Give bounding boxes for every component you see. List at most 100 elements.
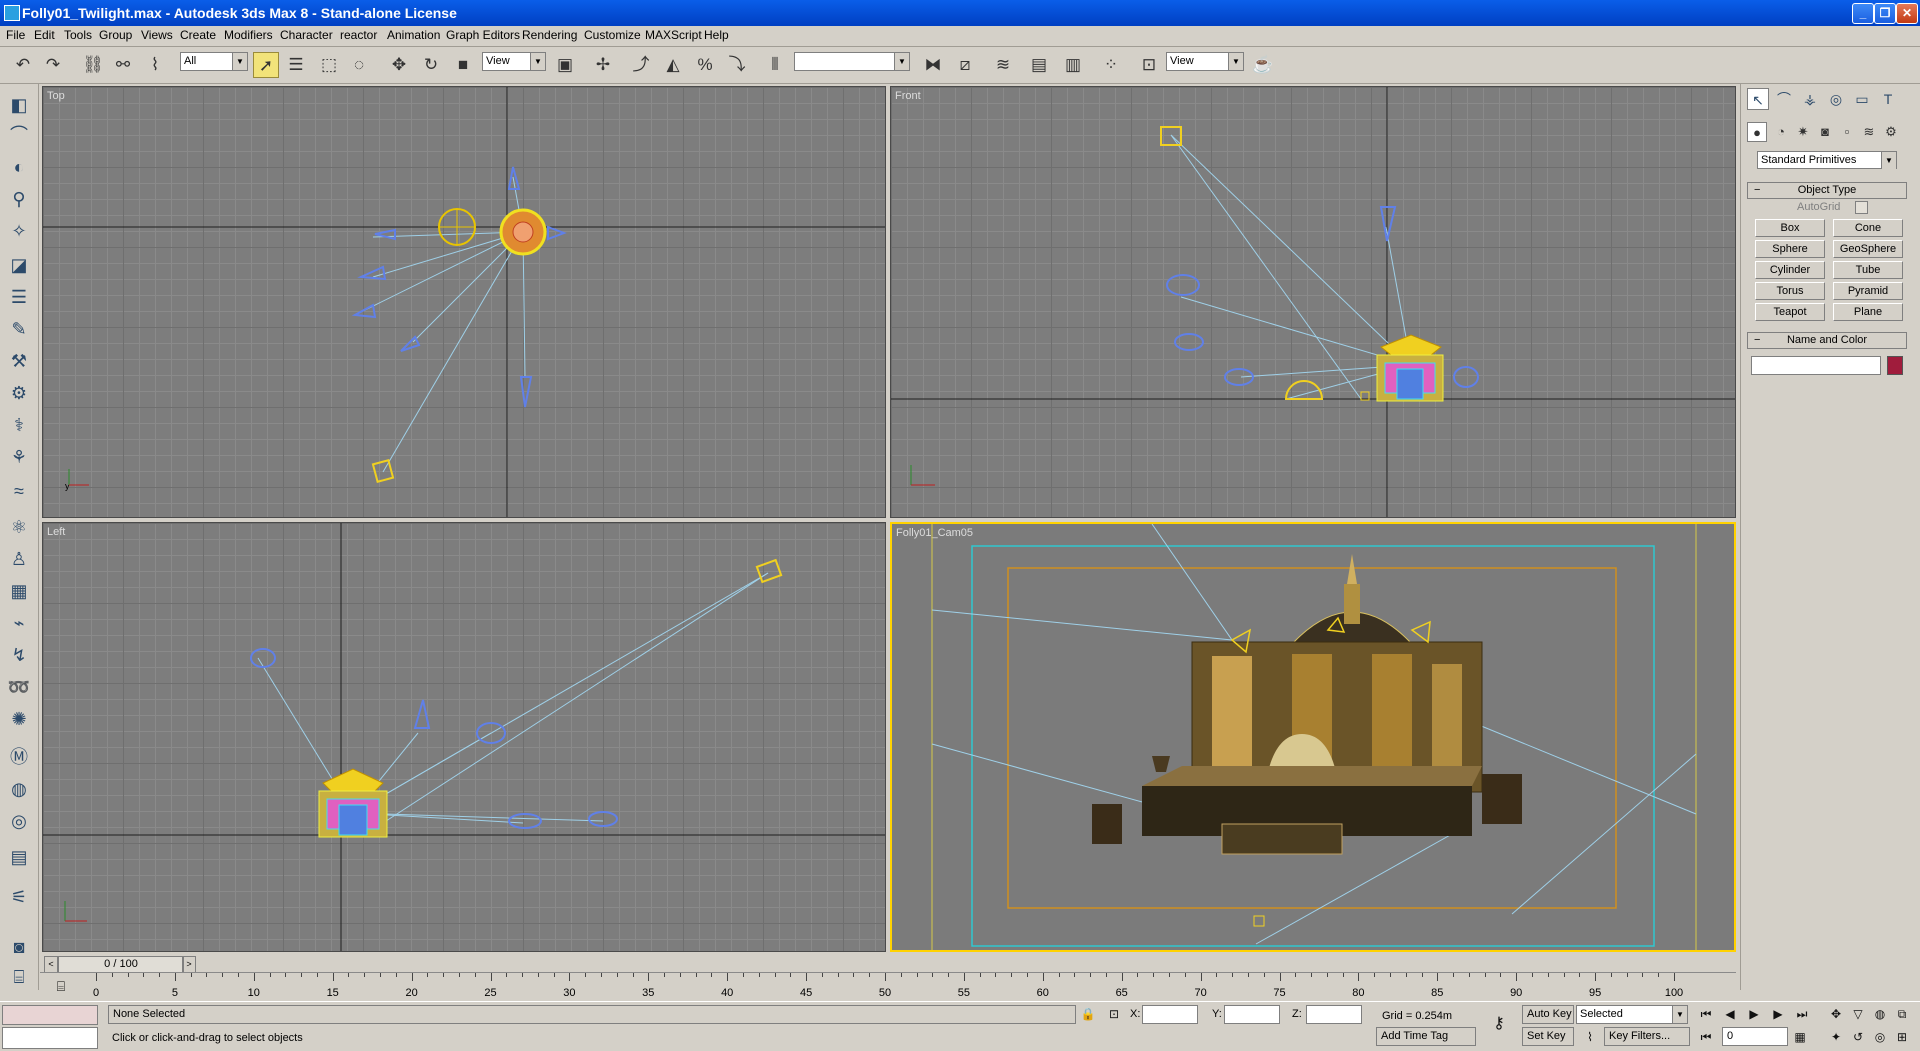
cloth-icon[interactable]: ▦ xyxy=(6,578,32,604)
helper-icon[interactable]: ✧ xyxy=(6,218,32,244)
time-configuration-icon[interactable]: ▦ xyxy=(1790,1027,1810,1047)
pivot-center-icon[interactable]: ▣ xyxy=(552,52,578,78)
fracture-icon[interactable]: ✺ xyxy=(6,706,32,732)
vehicle-icon[interactable]: ◎ xyxy=(6,808,32,834)
torus-button[interactable]: Torus xyxy=(1755,282,1825,300)
stack-icon[interactable]: ☰ xyxy=(6,284,32,310)
cameras-icon[interactable]: ◙ xyxy=(1815,122,1835,142)
render-view-dropdown[interactable]: View ▼ xyxy=(1166,52,1244,71)
create-tab-icon[interactable]: ↖ xyxy=(1747,88,1769,110)
motor-icon[interactable]: Ⓜ xyxy=(6,744,32,770)
curve-editor-icon[interactable]: ▤ xyxy=(1026,52,1052,78)
rope-icon[interactable]: ↯ xyxy=(6,642,32,668)
object-name-input[interactable] xyxy=(1751,356,1881,375)
time-slider-thumb[interactable]: 0 / 100 xyxy=(58,956,184,973)
spinner-snap-icon[interactable]: ⤵ xyxy=(724,52,750,78)
menu-character[interactable]: Character xyxy=(280,28,333,42)
create-objects-icon[interactable]: ◧ xyxy=(6,92,32,118)
select-link-icon[interactable]: ⛓ xyxy=(80,52,106,78)
light-icon[interactable]: ⚲ xyxy=(6,186,32,212)
rotate-icon[interactable]: ↻ xyxy=(418,52,444,78)
next-frame-icon[interactable]: ▶ xyxy=(1768,1004,1788,1024)
viewport-top[interactable]: Top y xyxy=(42,86,886,518)
hinge-icon[interactable]: ◍ xyxy=(6,776,32,802)
object-type-rollout[interactable]: − Object Type xyxy=(1747,182,1907,199)
current-frame-input[interactable]: 0 xyxy=(1722,1027,1788,1046)
system-icon[interactable]: ⚘ xyxy=(6,444,32,470)
unlink-icon[interactable]: ⚯ xyxy=(110,52,136,78)
analyze-icon[interactable]: ⚟ xyxy=(6,884,32,910)
reference-coordinate-dropdown[interactable]: View ▼ xyxy=(482,52,546,71)
export-icon[interactable]: ⌸ xyxy=(6,964,32,990)
shapes-icon[interactable]: ◔ xyxy=(1771,122,1791,142)
x-coordinate-input[interactable] xyxy=(1142,1005,1198,1024)
spring-icon[interactable]: ⌁ xyxy=(6,610,32,636)
biped-icon[interactable]: ♙ xyxy=(6,546,32,572)
track-bar[interactable]: ⌸ 0 5 10 15 20 25 30 35 40 45 50 55 60 65 70 75 80 85 90 95… xyxy=(40,972,1736,1001)
display-tab-icon[interactable]: ▭ xyxy=(1851,88,1873,110)
lights-icon[interactable]: ✷ xyxy=(1793,122,1813,142)
particles-icon[interactable]: ≈ xyxy=(6,478,32,504)
menu-help[interactable]: Help xyxy=(704,28,729,42)
lock-selection-icon[interactable]: 🔒 xyxy=(1078,1004,1098,1024)
auto-key-button[interactable]: Auto Key xyxy=(1522,1005,1574,1024)
set-key-button[interactable]: Set Key xyxy=(1522,1027,1574,1046)
add-time-tag-button[interactable]: Add Time Tag xyxy=(1376,1027,1476,1046)
redo-icon[interactable]: ↷ xyxy=(40,52,66,78)
named-selection-dropdown[interactable]: ▼ xyxy=(794,52,910,71)
roll-icon[interactable]: ↺ xyxy=(1848,1027,1868,1047)
motion-tab-icon[interactable]: ◎ xyxy=(1825,88,1847,110)
rectangular-selection-icon[interactable]: ⬚ xyxy=(316,52,342,78)
render-scene-icon[interactable]: ⊡ xyxy=(1136,52,1162,78)
schematic-view-icon[interactable]: ▥ xyxy=(1060,52,1086,78)
space-warps-icon[interactable]: ≋ xyxy=(1859,122,1879,142)
undo-icon[interactable]: ↶ xyxy=(10,52,36,78)
hierarchy-tab-icon[interactable]: ⚶ xyxy=(1799,88,1821,110)
scale-icon[interactable]: ■ xyxy=(450,52,476,78)
viewport-camera[interactable]: Folly01_Cam05 xyxy=(890,522,1736,952)
menu-group[interactable]: Group xyxy=(99,28,132,42)
menu-modifiers[interactable]: Modifiers xyxy=(224,28,273,42)
select-by-name-icon[interactable]: ☰ xyxy=(283,52,309,78)
close-button[interactable]: ✕ xyxy=(1896,3,1918,24)
select-object-icon[interactable]: ➚ xyxy=(253,52,279,78)
key-mode-toggle-icon[interactable]: ⏮ xyxy=(1696,1027,1716,1047)
menu-rendering[interactable]: Rendering xyxy=(522,28,577,42)
box-button[interactable]: Box xyxy=(1755,219,1825,237)
maxscript-listener-mini[interactable] xyxy=(2,1005,98,1025)
time-prev-icon[interactable]: < xyxy=(44,956,58,973)
modify-tab-icon[interactable]: ⌒ xyxy=(1773,88,1795,110)
key-filters-button[interactable]: Key Filters... xyxy=(1604,1027,1690,1046)
menu-file[interactable]: File xyxy=(6,28,25,42)
menu-reactor[interactable]: reactor xyxy=(340,28,377,42)
cone-button[interactable]: Cone xyxy=(1833,219,1903,237)
camera-icon[interactable]: ◙ xyxy=(6,934,32,960)
menu-customize[interactable]: Customize xyxy=(584,28,641,42)
preview-icon[interactable]: ▤ xyxy=(6,844,32,870)
pan-icon[interactable]: ✥ xyxy=(1826,1004,1846,1024)
wind-icon[interactable]: ➿ xyxy=(6,674,32,700)
compound-icon[interactable]: ◪ xyxy=(6,252,32,278)
shapes-icon[interactable]: ⌒ xyxy=(6,122,32,148)
min-max-toggle-icon[interactable]: ⊞ xyxy=(1892,1027,1912,1047)
object-color-swatch[interactable] xyxy=(1887,356,1903,375)
time-slider[interactable]: < 0 / 100 > xyxy=(40,956,1736,973)
geosphere-button[interactable]: GeoSphere xyxy=(1833,240,1903,258)
time-next-icon[interactable]: > xyxy=(182,956,196,973)
menu-graph-editors[interactable]: Graph Editors xyxy=(446,28,520,42)
window-crossing-icon[interactable]: ◌ xyxy=(346,52,372,78)
y-coordinate-input[interactable] xyxy=(1224,1005,1280,1024)
menu-edit[interactable]: Edit xyxy=(34,28,55,42)
tube-button[interactable]: Tube xyxy=(1833,261,1903,279)
maxscript-input[interactable] xyxy=(2,1027,98,1049)
material-editor-icon[interactable]: ⁘ xyxy=(1098,52,1124,78)
selection-filter-dropdown[interactable]: All ▼ xyxy=(180,52,248,71)
snaps-toggle-icon[interactable]: ⤴ xyxy=(628,52,654,78)
geometry-icon[interactable]: ● xyxy=(1747,122,1767,142)
absolute-mode-icon[interactable]: ⊡ xyxy=(1104,1004,1124,1024)
systems-icon[interactable]: ⚙ xyxy=(1881,122,1901,142)
layer-manager-icon[interactable]: ≋ xyxy=(990,52,1016,78)
default-tangent-icon[interactable]: ⌇ xyxy=(1580,1027,1600,1047)
angle-snap-icon[interactable]: ◭ xyxy=(660,52,686,78)
autogrid-checkbox[interactable] xyxy=(1855,201,1868,214)
